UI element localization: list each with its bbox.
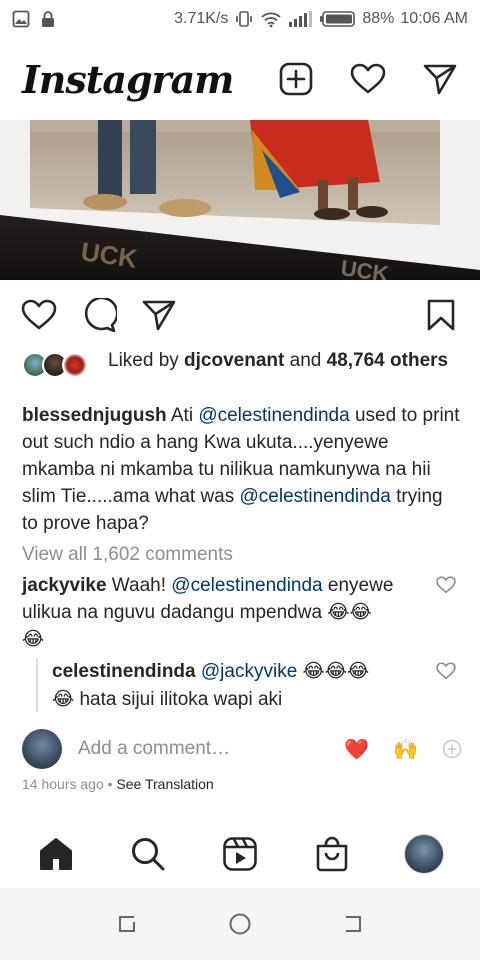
nav-home[interactable] <box>34 832 78 876</box>
comment-like-button[interactable] <box>436 576 458 598</box>
recent-apps-button[interactable] <box>112 909 142 939</box>
heart-outline-icon <box>21 299 57 330</box>
save-button[interactable] <box>422 296 460 334</box>
add-circle-icon[interactable] <box>442 739 462 759</box>
heart-outline-icon <box>436 576 456 594</box>
mention-link[interactable]: @celestinendinda <box>240 486 391 507</box>
gallery-icon <box>12 10 30 28</box>
post-actions <box>0 292 480 338</box>
post-timestamp: 14 hours ago <box>22 776 104 792</box>
comment-input[interactable] <box>78 738 338 760</box>
paper-plane-icon <box>423 64 457 95</box>
reply-comment: celestinendinda @jackyvike 😂😂😂 😂 hata sij… <box>52 658 432 714</box>
likes-middle: and <box>284 350 327 371</box>
battery-icon <box>320 11 356 27</box>
back-icon <box>346 916 362 932</box>
reply-text: 😂😂😂 <box>297 661 370 682</box>
like-button[interactable] <box>20 296 58 334</box>
see-translation-link[interactable]: See Translation <box>116 776 213 792</box>
quick-reaction-heart[interactable]: ❤️ <box>344 737 369 762</box>
likes-text: Liked by djcovenant and 48,764 others <box>108 348 448 382</box>
reply-thread-line <box>36 658 38 712</box>
quick-reaction-raised-hands[interactable]: 🙌 <box>393 737 418 762</box>
reels-icon <box>223 837 257 871</box>
search-icon <box>132 838 165 871</box>
battery-percent: 88% <box>362 10 395 27</box>
back-button[interactable] <box>338 909 368 939</box>
mention-link[interactable]: @celestinendinda <box>198 405 349 426</box>
post-caption: blessednjugush Ati @celestinendinda used… <box>22 402 462 537</box>
likes-suffix[interactable]: others <box>385 350 448 371</box>
shopping-bag-icon <box>316 836 348 872</box>
direct-messages-button[interactable] <box>422 61 458 97</box>
liker-username[interactable]: djcovenant <box>184 350 284 371</box>
likes-count[interactable]: 48,764 <box>327 350 385 371</box>
liker-avatars <box>22 348 94 382</box>
avatar <box>22 729 62 769</box>
likes-summary[interactable]: Liked by djcovenant and 48,764 others <box>22 348 462 382</box>
plus-square-icon <box>279 62 313 96</box>
heart-outline-icon <box>436 662 456 680</box>
home-icon <box>40 838 72 870</box>
meta-separator: • <box>103 776 117 792</box>
app-header: Instagram <box>0 38 480 120</box>
status-bar: 3.71K/s 88% 10:06 AM <box>0 0 480 38</box>
reply-username[interactable]: celestinendinda <box>52 661 196 682</box>
clock: 10:06 AM <box>400 10 468 27</box>
post-photo-illustration: UCK UCK <box>0 120 480 280</box>
paper-plane-icon <box>142 300 176 331</box>
system-navigation <box>0 888 480 960</box>
bookmark-icon <box>427 299 455 331</box>
share-button[interactable] <box>140 296 178 334</box>
circle-home-icon <box>229 913 251 935</box>
comment-text: Waah! <box>106 575 172 596</box>
likes-prefix: Liked by <box>108 350 185 371</box>
view-all-comments-link[interactable]: View all 1,602 comments <box>22 544 233 566</box>
comment-button[interactable] <box>80 296 118 334</box>
reply-like-button[interactable] <box>436 662 458 684</box>
nav-shop[interactable] <box>310 832 354 876</box>
comment-text: 😂 <box>22 629 45 650</box>
instagram-logo[interactable]: Instagram <box>22 57 234 102</box>
mention-link[interactable]: @celestinendinda <box>171 575 322 596</box>
new-post-button[interactable] <box>278 61 314 97</box>
vibrate-icon <box>236 11 253 27</box>
post-photo[interactable]: UCK UCK <box>0 120 480 280</box>
activity-button[interactable] <box>350 61 386 97</box>
lock-icon <box>42 11 54 27</box>
wifi-icon <box>261 12 281 28</box>
comment: jackyvike Waah! @celestinendinda enyewe … <box>22 572 427 653</box>
caption-text: Ati <box>166 405 199 426</box>
post-meta: 14 hours ago • See Translation <box>22 776 214 792</box>
caption-username[interactable]: blessednjugush <box>22 405 167 426</box>
heart-icon <box>350 63 386 94</box>
bottom-navigation <box>0 820 480 888</box>
nav-profile[interactable] <box>402 832 446 876</box>
signal-icon <box>289 11 313 27</box>
speech-bubble-icon <box>84 298 117 332</box>
avatar <box>62 352 88 378</box>
network-speed: 3.71K/s <box>174 10 229 27</box>
reply-text: 😂 hata sijui ilitoka wapi aki <box>52 689 283 710</box>
mention-link[interactable]: @jackyvike <box>201 661 297 682</box>
comment-username[interactable]: jackyvike <box>22 575 107 596</box>
avatar <box>404 834 444 874</box>
home-system-button[interactable] <box>225 909 255 939</box>
add-comment-row: ❤️ 🙌 <box>22 728 462 770</box>
nav-reels[interactable] <box>218 832 262 876</box>
recent-apps-icon <box>118 916 135 932</box>
nav-search[interactable] <box>126 832 170 876</box>
